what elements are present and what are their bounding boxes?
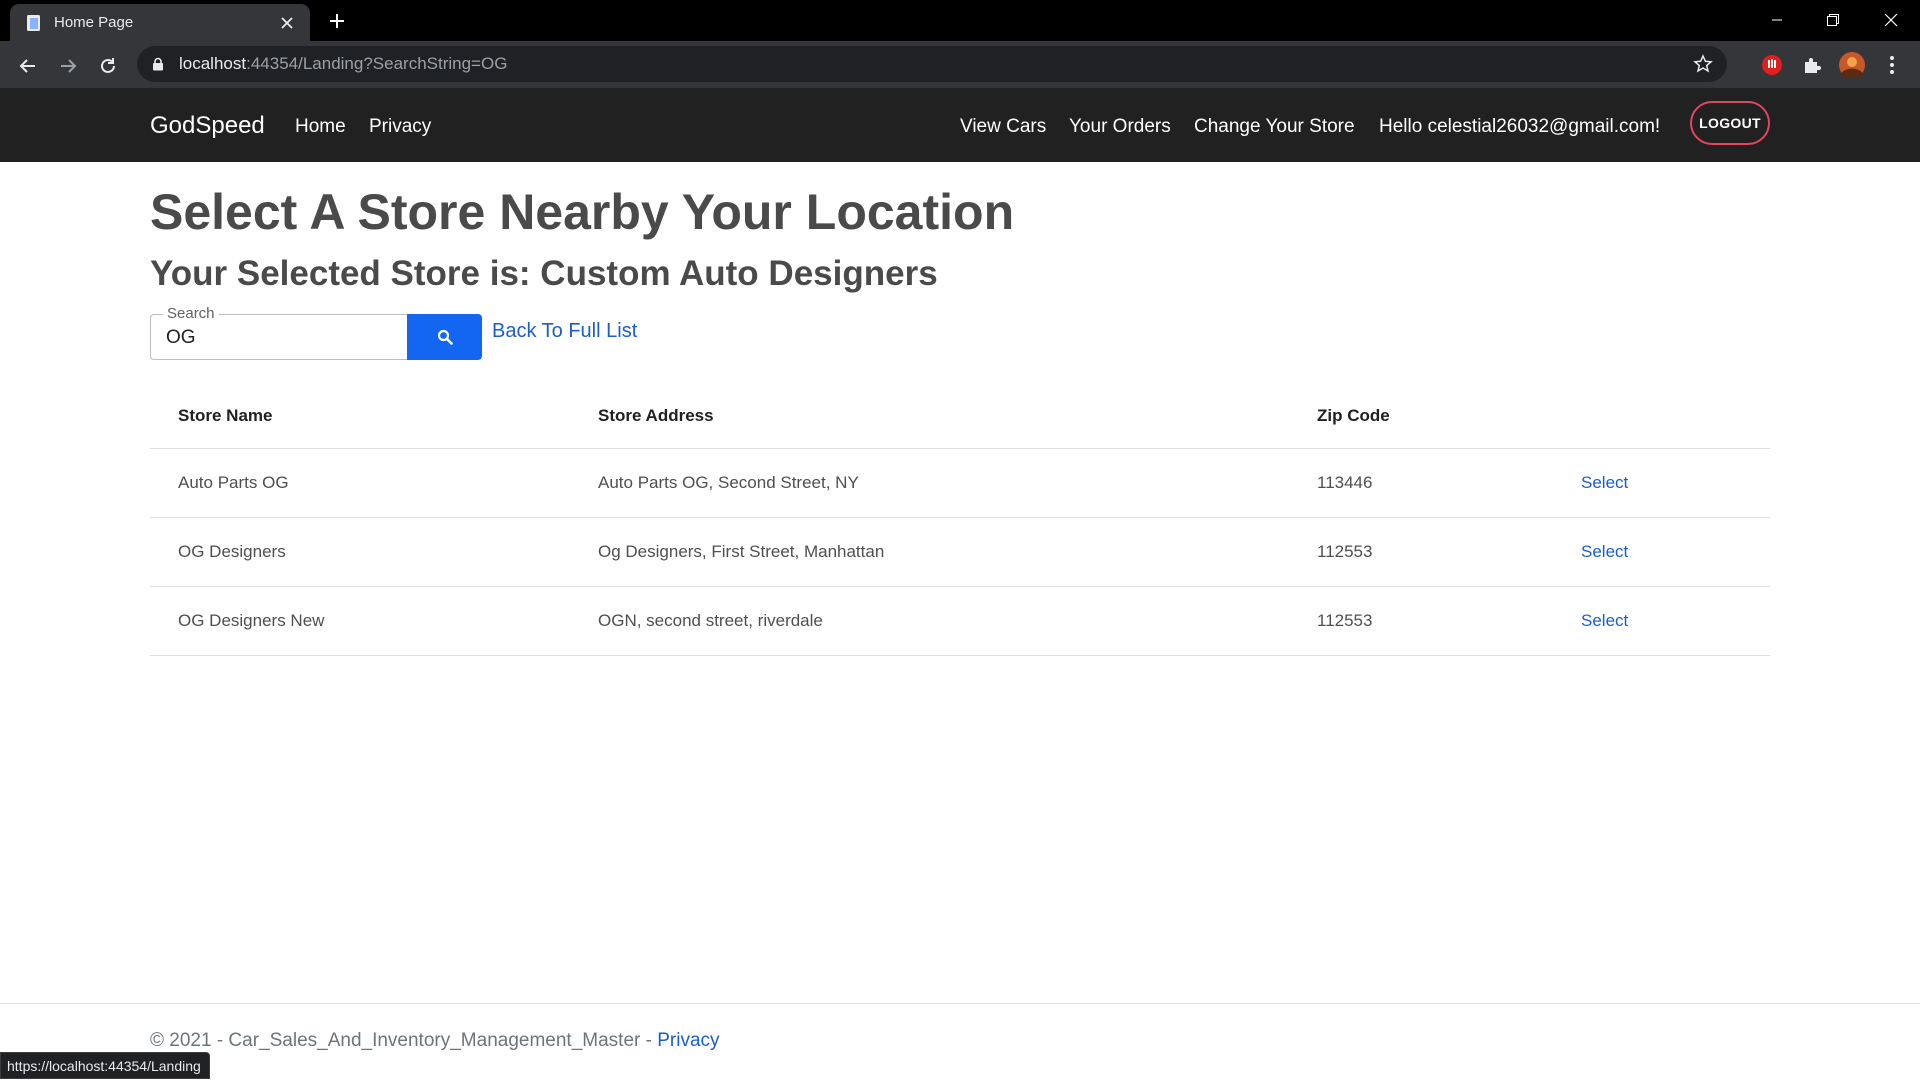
- nav-change-store[interactable]: Change Your Store: [1194, 116, 1355, 138]
- select-store-link[interactable]: Select: [1581, 542, 1628, 561]
- store-name-cell: OG Designers New: [150, 586, 570, 656]
- restore-icon[interactable]: [1810, 4, 1856, 36]
- address-bar[interactable]: localhost:44354/Landing?SearchString=OG: [137, 46, 1727, 82]
- status-url-bubble: https://localhost:44354/Landing: [0, 1052, 210, 1079]
- back-arrow-icon[interactable]: [14, 52, 42, 80]
- column-header-store-address: Store Address: [570, 384, 1289, 449]
- selected-store-heading: Your Selected Store is: Custom Auto Desi…: [150, 254, 938, 293]
- site-navbar: GodSpeed Home Privacy View Cars Your Ord…: [0, 88, 1920, 162]
- lock-icon: [153, 57, 163, 71]
- nav-privacy[interactable]: Privacy: [369, 116, 431, 138]
- extensions-puzzle-icon[interactable]: [1799, 52, 1825, 78]
- nav-user-greeting[interactable]: Hello celestial26032@gmail.com!: [1379, 116, 1660, 138]
- tab-close-icon[interactable]: [276, 12, 298, 34]
- search-button[interactable]: [407, 314, 482, 360]
- page-icon: [27, 14, 40, 31]
- store-name-cell: OG Designers: [150, 517, 570, 587]
- nav-home[interactable]: Home: [295, 116, 346, 138]
- stores-table: Store Name Store Address Zip Code Auto P…: [150, 384, 1770, 656]
- close-window-icon[interactable]: [1868, 4, 1914, 36]
- avatar[interactable]: [1839, 52, 1865, 78]
- browser-tab-strip: Home Page: [0, 0, 1920, 41]
- store-address-cell: OGN, second street, riverdale: [570, 586, 1289, 656]
- zip-code-cell: 113446: [1289, 448, 1553, 518]
- page-title: Select A Store Nearby Your Location: [150, 184, 1015, 240]
- browser-menu-icon[interactable]: [1879, 52, 1905, 78]
- url-text: localhost:44354/Landing?SearchString=OG: [179, 54, 507, 74]
- reload-icon[interactable]: [94, 52, 122, 80]
- browser-tab[interactable]: Home Page: [10, 4, 310, 41]
- url-host: localhost: [179, 54, 247, 73]
- search-input[interactable]: Search OG: [150, 305, 408, 360]
- search-label: Search: [163, 305, 219, 322]
- store-address-cell: Og Designers, First Street, Manhattan: [570, 517, 1289, 587]
- brand-link[interactable]: GodSpeed: [150, 112, 265, 140]
- search-icon: [437, 329, 453, 345]
- search-value: OG: [166, 327, 196, 348]
- select-cell: Select: [1553, 517, 1770, 587]
- table-row: OG Designers Og Designers, First Street,…: [150, 517, 1770, 587]
- column-header-zip-code: Zip Code: [1289, 384, 1553, 449]
- footer-text: © 2021 - Car_Sales_And_Inventory_Managem…: [150, 1030, 720, 1052]
- new-tab-icon[interactable]: [324, 8, 350, 34]
- minimize-icon[interactable]: [1754, 4, 1800, 36]
- nav-your-orders[interactable]: Your Orders: [1069, 116, 1171, 138]
- store-name-cell: Auto Parts OG: [150, 448, 570, 518]
- select-store-link[interactable]: Select: [1581, 611, 1628, 630]
- table-row: OG Designers New OGN, second street, riv…: [150, 586, 1770, 656]
- forward-arrow-icon[interactable]: [54, 52, 82, 80]
- back-to-full-list-link[interactable]: Back To Full List: [492, 320, 637, 343]
- column-header-store-name: Store Name: [150, 384, 570, 449]
- page-footer: © 2021 - Car_Sales_And_Inventory_Managem…: [0, 1003, 1920, 1080]
- select-store-link[interactable]: Select: [1581, 473, 1628, 492]
- url-path: :44354/Landing?SearchString=OG: [246, 54, 508, 73]
- zip-code-cell: 112553: [1289, 517, 1553, 587]
- extension-shield-icon[interactable]: [1759, 52, 1785, 78]
- store-address-cell: Auto Parts OG, Second Street, NY: [570, 448, 1289, 518]
- footer-privacy-link[interactable]: Privacy: [657, 1030, 719, 1051]
- copyright-text: © 2021 - Car_Sales_And_Inventory_Managem…: [150, 1030, 658, 1051]
- tab-title: Home Page: [54, 14, 134, 31]
- table-header-row: Store Name Store Address Zip Code: [150, 384, 1770, 449]
- bookmark-star-icon[interactable]: [1693, 54, 1713, 74]
- nav-view-cars[interactable]: View Cars: [960, 116, 1046, 138]
- zip-code-cell: 112553: [1289, 586, 1553, 656]
- browser-toolbar: localhost:44354/Landing?SearchString=OG: [0, 41, 1920, 88]
- table-row: Auto Parts OG Auto Parts OG, Second Stre…: [150, 448, 1770, 518]
- select-cell: Select: [1553, 586, 1770, 656]
- select-cell: Select: [1553, 448, 1770, 518]
- column-header-action: [1553, 384, 1770, 449]
- logout-button[interactable]: LOGOUT: [1690, 101, 1770, 145]
